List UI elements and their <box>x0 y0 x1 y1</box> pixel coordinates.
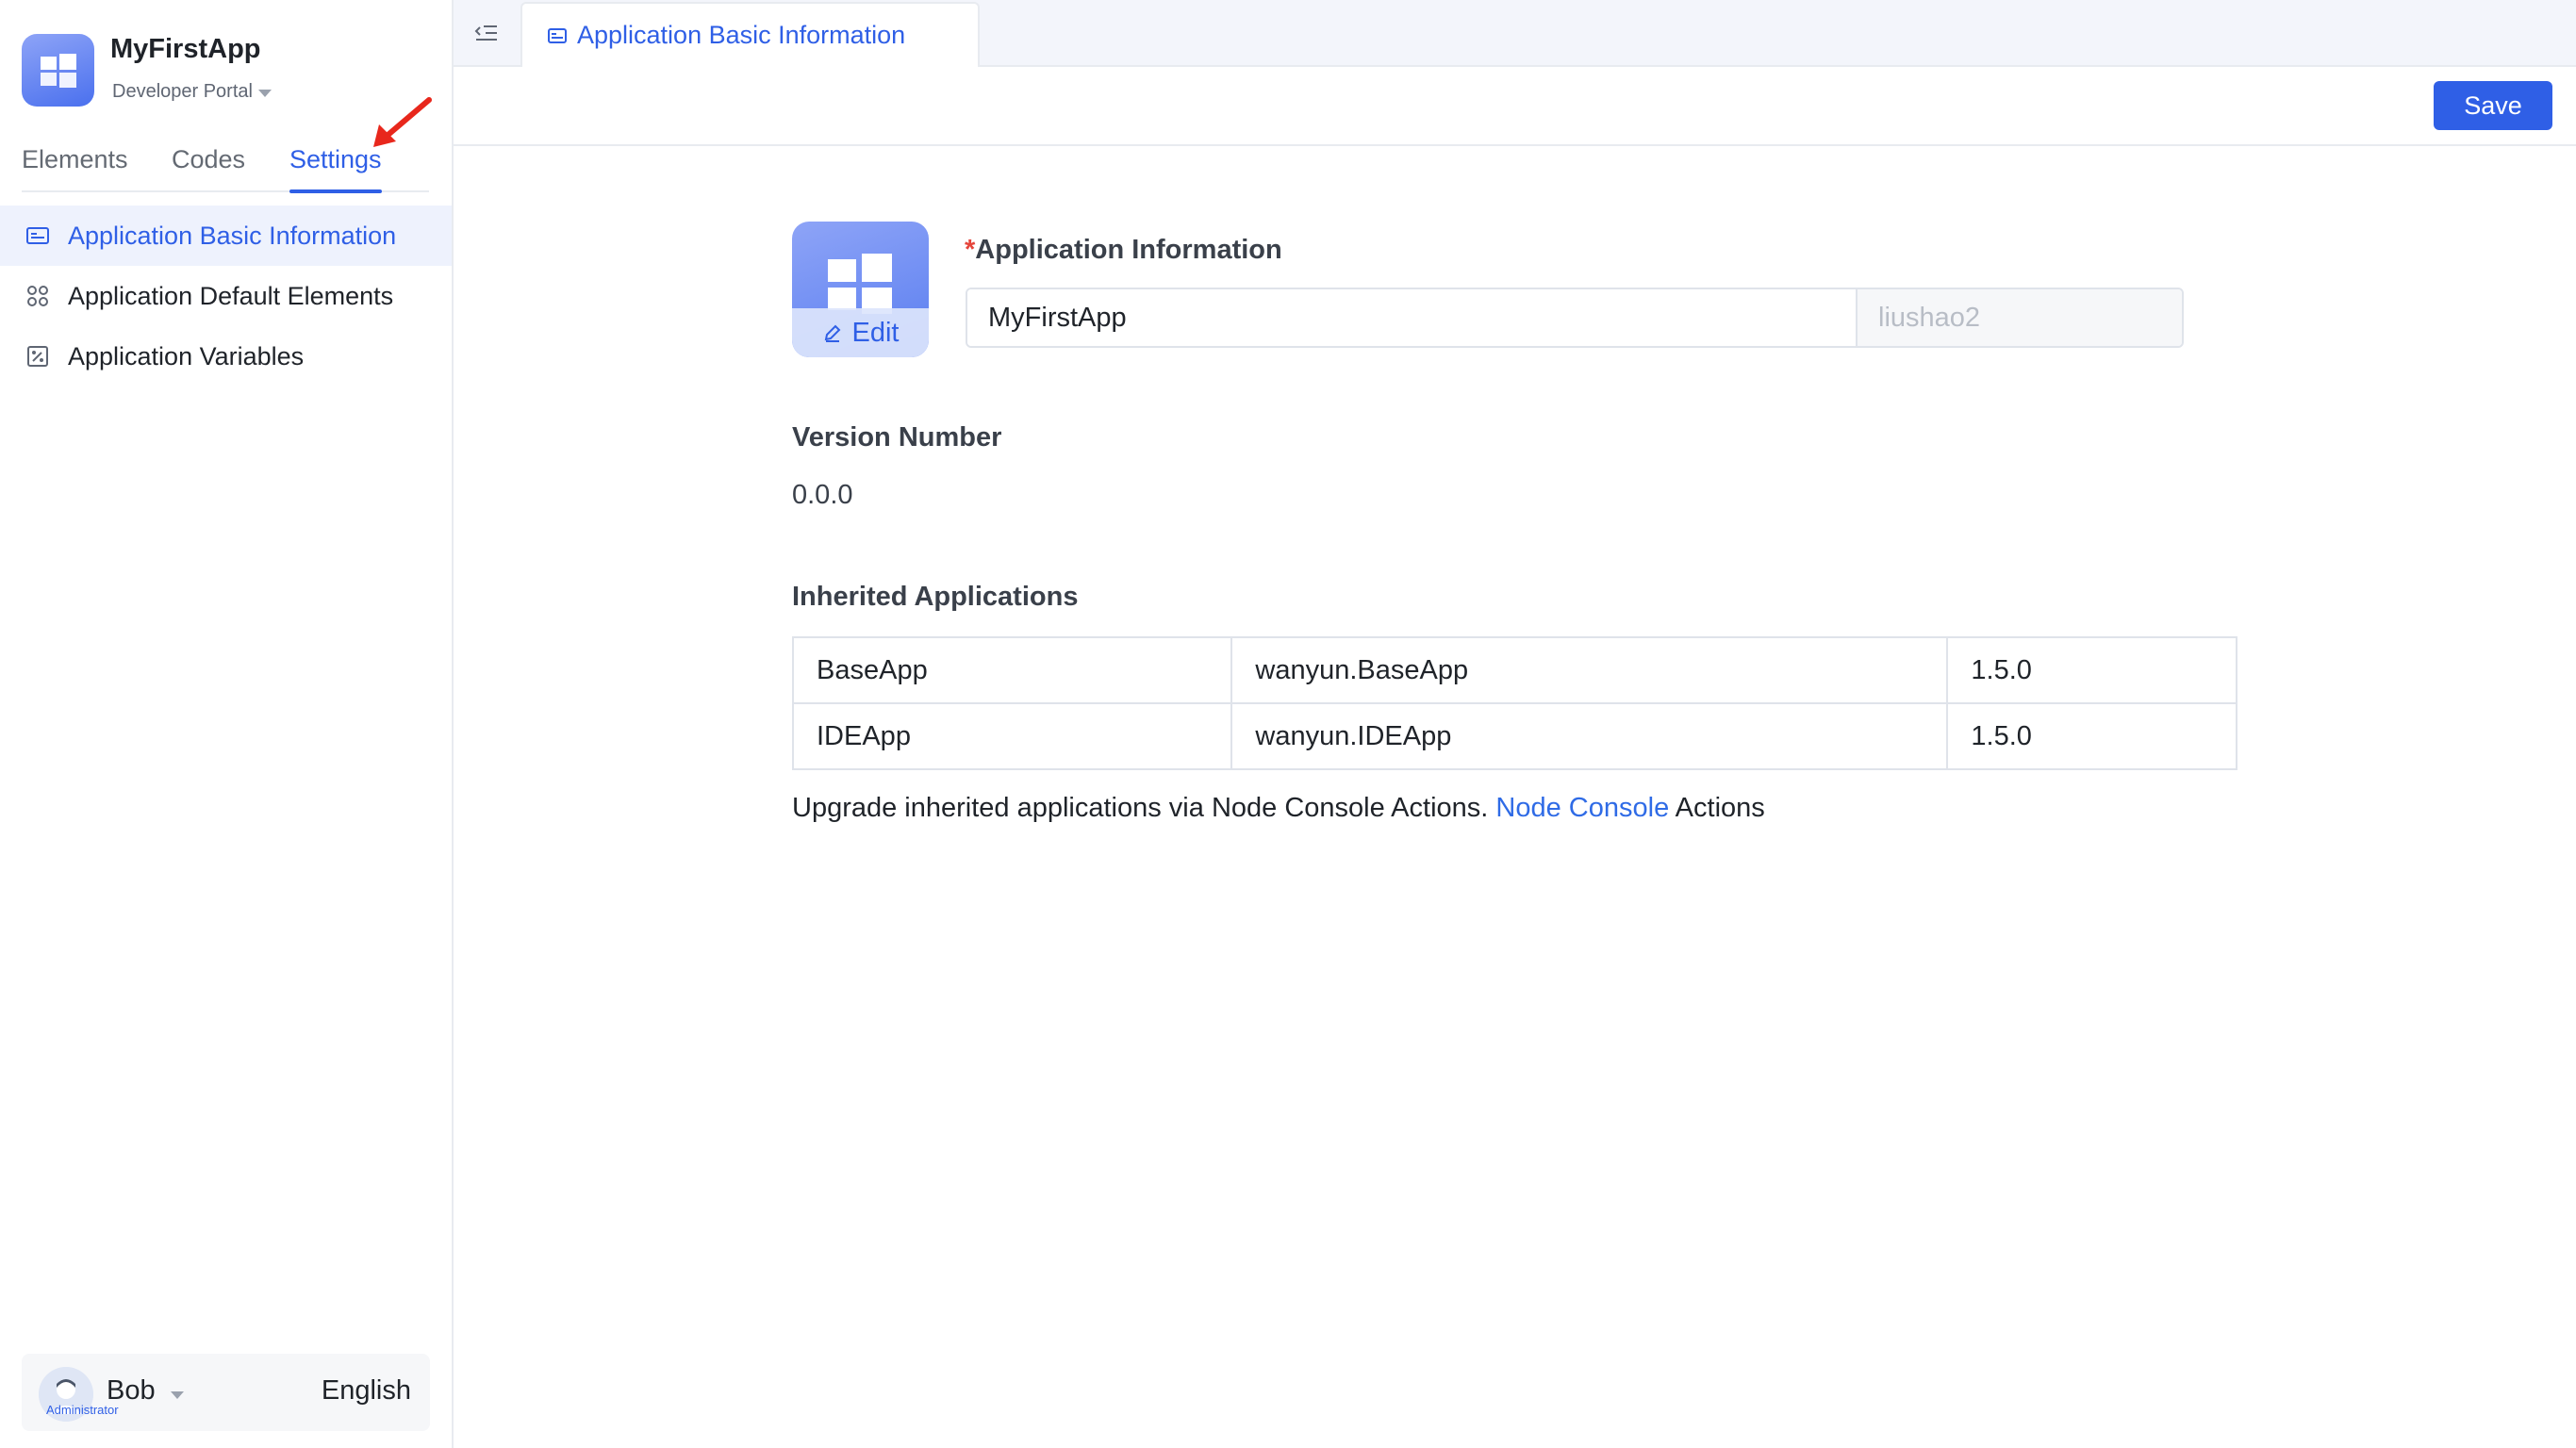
app-name: MyFirstApp <box>110 34 261 64</box>
inherited-app-version: 1.5.0 <box>1946 636 2237 704</box>
upgrade-note-suffix: Actions <box>1675 793 1765 823</box>
table-row: BaseApp wanyun.BaseApp 1.5.0 <box>791 636 2237 704</box>
tab-label: Application Basic Information <box>577 21 906 49</box>
app-owner-readonly: liushao2 <box>1856 289 2182 346</box>
sidebar-item-basic-information[interactable]: Application Basic Information <box>0 206 452 266</box>
inherited-app-full-name: wanyun.IDEApp <box>1230 702 1949 770</box>
variable-icon <box>25 343 51 370</box>
icon-edit-label: Edit <box>851 317 900 348</box>
icon-edit-button[interactable]: Edit <box>792 308 929 357</box>
inherited-app-version: 1.5.0 <box>1946 702 2237 770</box>
app-name-input[interactable] <box>967 289 1856 346</box>
app-logo <box>22 34 94 107</box>
tab-codes[interactable]: Codes <box>172 145 245 174</box>
chevron-down-icon <box>257 89 272 97</box>
app-header: MyFirstApp Developer Portal <box>22 30 427 107</box>
windows-logo-icon <box>40 53 76 88</box>
basic-information-panel: Edit *Application Information liushao2 V… <box>454 148 2576 1448</box>
toolbar: Save <box>454 67 2576 146</box>
node-console-link[interactable]: Node Console <box>1495 793 1669 823</box>
grid-dots-icon <box>25 283 51 309</box>
chevron-down-icon[interactable] <box>171 1391 184 1399</box>
inherited-app-name: IDEApp <box>791 702 1233 770</box>
application-information-label: *Application Information <box>965 235 1282 265</box>
sidebar-item-default-elements[interactable]: Application Default Elements <box>0 266 452 326</box>
user-bar: Administrator Bob English <box>22 1354 430 1431</box>
id-card-icon <box>25 222 51 249</box>
user-name[interactable]: Bob <box>107 1375 156 1407</box>
language-switcher[interactable]: English <box>322 1375 411 1407</box>
sidebar-tabs: Elements Codes Settings <box>22 141 429 193</box>
tab-elements[interactable]: Elements <box>22 145 128 174</box>
sidebar-item-label: Application Variables <box>68 341 305 370</box>
inherited-app-name: BaseApp <box>791 636 1233 704</box>
settings-nav: Application Basic Information Applicatio… <box>0 206 452 387</box>
pencil-icon <box>824 324 840 342</box>
red-arrow-annotation-icon <box>373 97 432 147</box>
upgrade-note: Upgrade inherited applications via Node … <box>792 793 1765 824</box>
application-information-field: liushao2 <box>966 288 2184 348</box>
tab-settings[interactable]: Settings <box>289 145 382 193</box>
inherited-applications-label: Inherited Applications <box>792 582 1079 612</box>
portal-label: Developer Portal <box>112 81 253 102</box>
collapse-sidebar-icon[interactable] <box>471 18 502 48</box>
table-row: IDEApp wanyun.IDEApp 1.5.0 <box>791 702 2237 770</box>
version-number-value: 0.0.0 <box>792 480 853 510</box>
sidebar-item-label: Application Default Elements <box>68 281 394 310</box>
app-icon-editor[interactable]: Edit <box>792 222 929 357</box>
version-number-label: Version Number <box>792 422 1002 452</box>
sidebar-item-label: Application Basic Information <box>68 221 397 250</box>
upgrade-note-text: Upgrade inherited applications via Node … <box>792 793 1489 823</box>
tab-application-basic-information[interactable]: Application Basic Information <box>520 2 980 67</box>
portal-switcher[interactable]: Developer Portal <box>112 81 272 103</box>
inherited-app-full-name: wanyun.BaseApp <box>1230 636 1949 704</box>
tab-bar: Application Basic Information <box>454 0 2576 67</box>
id-card-icon <box>548 27 567 43</box>
inherited-applications-table: BaseApp wanyun.BaseApp 1.5.0 IDEApp wany… <box>791 636 2237 770</box>
save-button[interactable]: Save <box>2434 81 2552 130</box>
sidebar-item-variables[interactable]: Application Variables <box>0 326 452 387</box>
required-asterisk: * <box>965 235 976 265</box>
sidebar: MyFirstApp Developer Portal Elements Cod… <box>0 0 454 1448</box>
